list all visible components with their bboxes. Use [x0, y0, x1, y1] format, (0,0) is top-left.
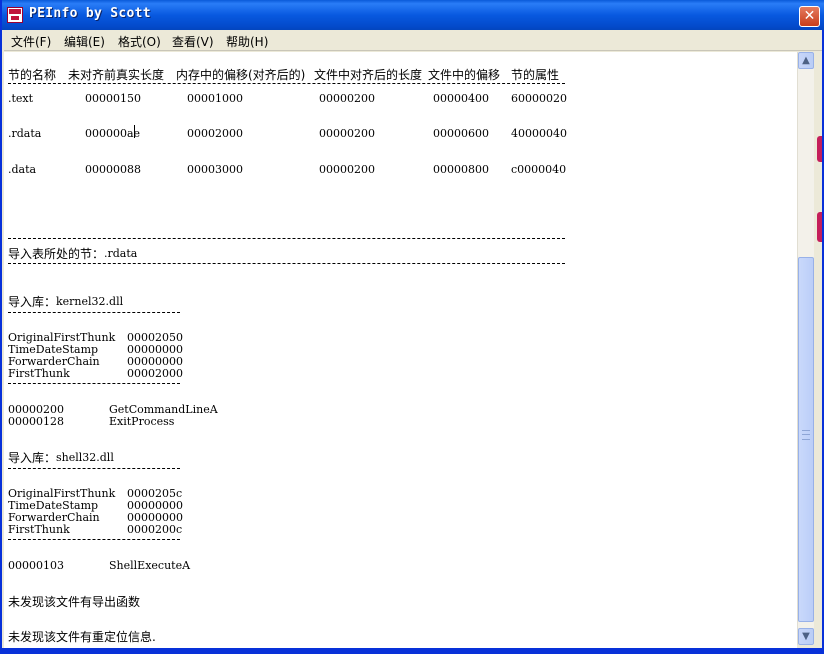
- field-value: 00002000: [127, 367, 183, 380]
- col-header-file-offset: 文件中的偏移: [428, 68, 501, 82]
- field-value: 0000200c: [127, 523, 183, 536]
- background-window-edge: [814, 52, 822, 648]
- table-cell: 00000150: [85, 92, 141, 105]
- menu-file[interactable]: 文件(F): [11, 33, 51, 50]
- vertical-scrollbar[interactable]: ▲ ▼: [797, 52, 814, 645]
- scroll-up-button[interactable]: ▲: [798, 52, 814, 69]
- text-cursor: [134, 125, 135, 138]
- function-name: ExitProcess: [109, 415, 175, 428]
- table-cell: .data: [8, 163, 37, 176]
- divider: [8, 238, 565, 239]
- table-cell: 60000020: [511, 92, 567, 105]
- col-header-virtual-address: 内存中的偏移(对齐后的): [176, 68, 306, 82]
- import-section-label: 导入表所处的节：: [8, 247, 105, 261]
- scroll-thumb[interactable]: [798, 257, 814, 622]
- divider: [8, 468, 180, 469]
- scroll-down-button[interactable]: ▼: [798, 628, 814, 645]
- text-area[interactable]: 节的名称 未对齐前真实长度 内存中的偏移(对齐后的) 文件中对齐后的长度 文件中…: [4, 52, 797, 648]
- table-cell: 00000600: [433, 127, 489, 140]
- col-header-raw-size: 未对齐前真实长度: [68, 68, 165, 82]
- background-window-edge: [817, 136, 822, 162]
- table-cell: 00000400: [433, 92, 489, 105]
- col-header-attributes: 节的属性: [511, 68, 560, 82]
- no-relocation-message: 未发现该文件有重定位信息.: [8, 630, 156, 644]
- table-cell: 00003000: [187, 163, 243, 176]
- table-cell: 00001000: [187, 92, 243, 105]
- divider: [8, 263, 565, 264]
- window-title: PEInfo by Scott: [29, 6, 151, 21]
- table-cell: 00000800: [433, 163, 489, 176]
- table-cell: 00000200: [319, 127, 375, 140]
- close-button[interactable]: ✕: [799, 6, 820, 27]
- table-cell: 000000ae: [85, 127, 141, 140]
- divider: [8, 83, 565, 84]
- field-name: FirstThunk: [8, 367, 70, 380]
- app-icon[interactable]: [7, 7, 23, 23]
- library-name: shell32.dll: [56, 451, 114, 464]
- table-cell: .rdata: [8, 127, 42, 140]
- col-header-name: 节的名称: [8, 68, 57, 82]
- library-name: kernel32.dll: [56, 295, 124, 308]
- menu-format[interactable]: 格式(O): [118, 33, 161, 50]
- col-header-aligned-size: 文件中对齐后的长度: [314, 68, 423, 82]
- field-name: FirstThunk: [8, 523, 70, 536]
- background-window-edge: [817, 212, 822, 242]
- no-export-message: 未发现该文件有导出函数: [8, 595, 141, 609]
- menu-edit[interactable]: 编辑(E): [64, 33, 105, 50]
- menu-bar: 文件(F) 编辑(E) 格式(O) 查看(V) 帮助(H): [4, 30, 822, 51]
- function-hint: 00000128: [8, 415, 64, 428]
- library-label: 导入库：: [8, 451, 57, 465]
- table-cell: 00002000: [187, 127, 243, 140]
- divider: [8, 539, 180, 540]
- table-cell: 00000088: [85, 163, 141, 176]
- table-cell: 00000200: [319, 163, 375, 176]
- function-hint: 00000103: [8, 559, 64, 572]
- divider: [8, 383, 180, 384]
- app-window: PEInfo by Scott ✕ 文件(F) 编辑(E) 格式(O) 查看(V…: [0, 0, 824, 654]
- function-name: ShellExecuteA: [109, 559, 191, 572]
- library-label: 导入库：: [8, 295, 57, 309]
- menu-help[interactable]: 帮助(H): [226, 33, 268, 50]
- menu-view[interactable]: 查看(V): [172, 33, 214, 50]
- divider: [8, 312, 180, 313]
- import-section-value: .rdata: [104, 247, 138, 260]
- table-cell: 40000040: [511, 127, 567, 140]
- grip-icon: [802, 430, 810, 440]
- table-cell: c0000040: [511, 163, 567, 176]
- window-border: [2, 648, 824, 654]
- title-bar[interactable]: PEInfo by Scott ✕: [2, 0, 824, 30]
- table-cell: .text: [8, 92, 34, 105]
- table-cell: 00000200: [319, 92, 375, 105]
